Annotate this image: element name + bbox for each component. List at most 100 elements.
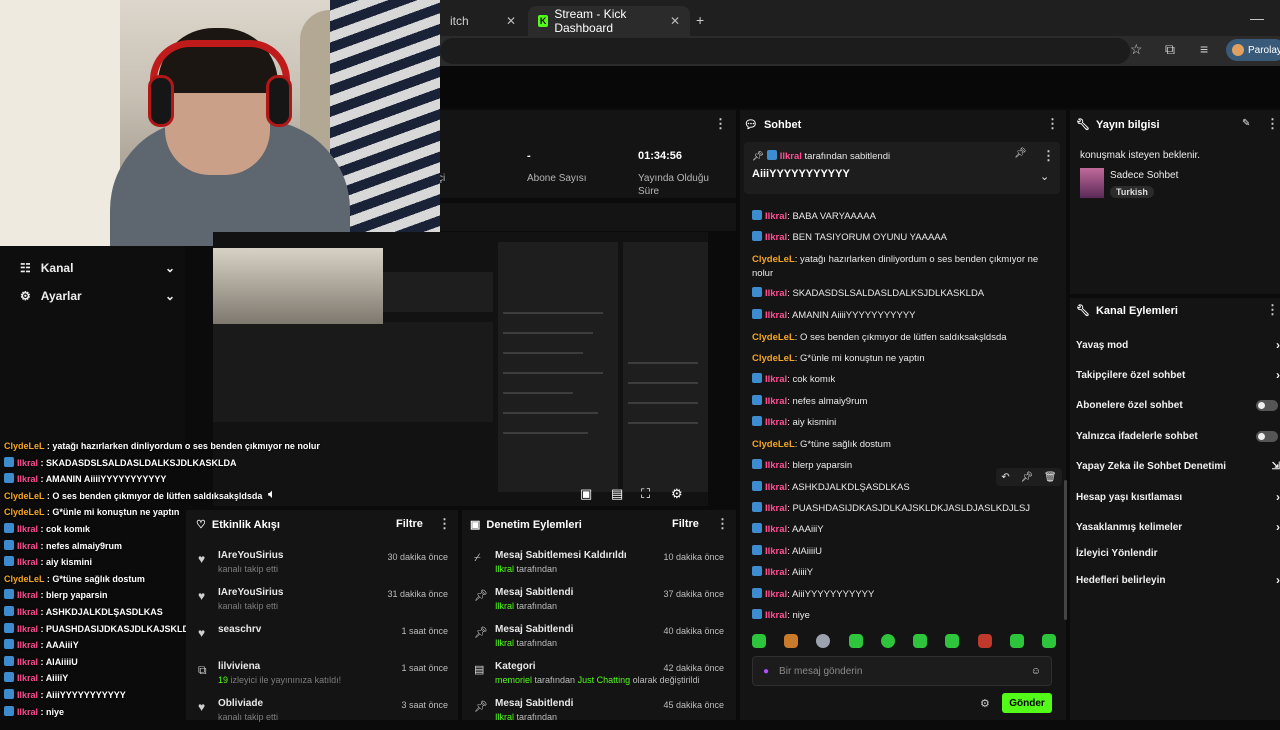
activity-detail: kanalı takip etti <box>218 601 278 611</box>
trash-icon[interactable]: 🗑︎ <box>1044 472 1057 483</box>
chat-message: Ilkral: aiy kismini <box>752 416 1052 430</box>
emoji-icon[interactable]: ☺ <box>1031 666 1041 677</box>
extensions-icon[interactable]: ⧉ <box>1165 41 1175 58</box>
chat-username[interactable]: Ilkral <box>765 232 787 243</box>
chat-username[interactable]: ClydeLeL <box>752 254 795 265</box>
emote-icon[interactable] <box>752 634 766 648</box>
url-input[interactable] <box>440 38 1130 64</box>
modlog-row[interactable]: ⌿ Mesaj Sabitlemesi Kaldırıldı Ilkral tara… <box>462 548 736 582</box>
more-options-icon[interactable]: ⋮ <box>1266 116 1279 132</box>
chat-username[interactable]: Ilkral <box>765 374 787 385</box>
channel-action-item[interactable]: Hedefleri belirleyin › <box>1076 571 1280 589</box>
chat-username[interactable]: Ilkral <box>765 610 787 621</box>
more-options-icon[interactable]: ⋮ <box>714 116 727 132</box>
new-tab-icon[interactable]: + <box>696 12 704 28</box>
fullscreen-icon[interactable]: ⛶ <box>641 486 650 502</box>
filter-button[interactable]: Filtre <box>396 518 423 530</box>
channel-action-label: Yavaş mod <box>1076 339 1129 351</box>
chat-username[interactable]: ClydeLeL <box>752 353 795 364</box>
modlog-row[interactable]: ▤ Kategori memoriel tarafından Just Chatti… <box>462 659 736 693</box>
more-options-icon[interactable]: ⋮ <box>1042 148 1055 164</box>
chat-username[interactable]: Ilkral <box>765 503 787 514</box>
toggle-switch[interactable] <box>1256 399 1278 411</box>
close-icon[interactable]: ✕ <box>506 14 516 28</box>
chat-username[interactable]: Ilkral <box>765 288 787 299</box>
more-options-icon[interactable]: ⋮ <box>438 516 451 532</box>
media-icon[interactable]: ≡ <box>1200 41 1208 57</box>
pin-icon[interactable]: 📌︎ <box>1020 472 1033 483</box>
chat-username[interactable]: ClydeLeL <box>752 332 795 343</box>
tab-itch[interactable]: itch ✕ <box>440 6 526 36</box>
channel-action-item[interactable]: Yasaklanmış kelimeler › <box>1076 518 1280 536</box>
activity-row[interactable]: ♥ IAreYouSirius kanalı takip etti 30 dakika… <box>186 548 458 582</box>
emote-icon[interactable] <box>913 634 928 648</box>
activity-row[interactable]: ♥ Obliviade kanalı takip etti 3 saat önce <box>186 696 458 730</box>
modlog-row[interactable]: 📌︎ Mesaj Sabitlendi Ilkral tarafından 40 da… <box>462 622 736 656</box>
chat-username[interactable]: ClydeLeL <box>752 439 795 450</box>
emote-icon[interactable] <box>1009 634 1024 648</box>
send-button[interactable]: Gönder <box>1002 693 1052 713</box>
chat-username[interactable]: Ilkral <box>765 589 787 600</box>
chat-username[interactable]: Ilkral <box>765 211 787 222</box>
star-icon[interactable]: ☆ <box>1130 41 1143 58</box>
channel-action-item[interactable]: Abonelere özel sohbet <box>1076 396 1280 414</box>
toggle-switch[interactable] <box>1256 430 1278 442</box>
wrench-icon: 🔧︎ <box>1076 119 1090 131</box>
modlog-row[interactable]: 📌︎ Mesaj Sabitlendi Ilkral tarafından 37 da… <box>462 585 736 619</box>
chat-text: ASHKDJALKDLŞASDLKAS <box>791 482 910 493</box>
chat-username[interactable]: Ilkral <box>765 546 787 557</box>
gear-icon[interactable]: ⚙ <box>671 486 683 502</box>
more-options-icon[interactable]: ⋮ <box>1266 302 1279 318</box>
chat-input[interactable]: ● Bir mesaj gönderin ☺ <box>752 656 1052 686</box>
chat-text: PUASHDASIJDKASJDLKAJSKLDKJASLDJASLKDJLSJ <box>792 503 1031 514</box>
close-icon[interactable]: ✕ <box>670 14 680 28</box>
modlog-title: Mesaj Sabitlendi <box>495 624 574 635</box>
emote-icon[interactable] <box>784 634 799 648</box>
chat-scrollbar[interactable] <box>1064 480 1067 620</box>
activity-row[interactable]: ♥ IAreYouSirius kanalı takip etti 31 dakika… <box>186 585 458 619</box>
chat-username[interactable]: Ilkral <box>765 567 787 578</box>
channel-action-item[interactable]: Yalnızca ifadelerle sohbet <box>1076 427 1280 445</box>
colon-separator: : <box>38 557 47 568</box>
emote-icon[interactable] <box>816 634 831 648</box>
chat-username[interactable]: Ilkral <box>765 482 787 493</box>
chat-username[interactable]: Ilkral <box>765 417 787 428</box>
filter-button[interactable]: Filtre <box>672 518 699 530</box>
chevron-down-icon[interactable]: ⌄ <box>1040 170 1049 183</box>
sidebar-item-ayarlar[interactable]: ⚙ Ayarlar ⌄ <box>20 286 175 306</box>
chevron-right-icon: › <box>1276 520 1280 534</box>
emote-icon[interactable] <box>977 634 992 648</box>
mic-icon[interactable]: ● <box>763 666 769 677</box>
minimize-icon[interactable]: — <box>1250 10 1264 26</box>
channel-action-label: Takipçilere özel sohbet <box>1076 369 1186 381</box>
emote-icon[interactable] <box>848 634 863 648</box>
sidebar-item-kanal[interactable]: ☷ Kanal ⌄ <box>20 258 175 278</box>
channel-action-item[interactable]: Yavaş mod › <box>1076 336 1280 354</box>
activity-row[interactable]: ⧉ lilviviena 19 izleyici ile yayınınıza ka… <box>186 659 458 693</box>
pip-icon[interactable]: ▣ <box>580 486 592 502</box>
gear-icon[interactable]: ⚙ <box>980 697 990 710</box>
more-options-icon[interactable]: ⋮ <box>716 516 729 532</box>
emote-icon[interactable] <box>880 634 895 648</box>
channel-action-item[interactable]: Takipçilere özel sohbet › <box>1076 366 1280 384</box>
more-options-icon[interactable]: ⋮ <box>1046 116 1059 132</box>
activity-row[interactable]: ♥ seaschrv 1 saat önce <box>186 622 458 656</box>
chat-username[interactable]: Ilkral <box>765 524 787 535</box>
profile-button[interactable]: Parolayı <box>1226 39 1280 61</box>
modlog-row[interactable]: 📌︎ Mesaj Sabitlendi Ilkral tarafından 45 da… <box>462 696 736 730</box>
channel-action-item[interactable]: Yapay Zeka ile Sohbet Denetimi ⇲ <box>1076 457 1280 475</box>
overlay-username: Ilkral <box>17 607 39 617</box>
pinned-message[interactable]: 📌︎ Ilkral tarafından sabitlendi 📌︎ ⋮ Aii… <box>744 142 1060 194</box>
emote-icon[interactable] <box>1041 634 1056 648</box>
unpin-icon[interactable]: 📌︎ <box>1014 148 1027 159</box>
emote-icon[interactable] <box>945 634 960 648</box>
reply-icon[interactable]: ↶ <box>1001 472 1009 483</box>
chat-username[interactable]: Ilkral <box>765 310 787 321</box>
channel-action-item[interactable]: Hesap yaşı kısıtlaması › <box>1076 488 1280 506</box>
theater-icon[interactable]: ▤ <box>611 486 623 502</box>
tab-kick-dashboard[interactable]: K Stream - Kick Dashboard ✕ <box>528 6 690 36</box>
chat-username[interactable]: Ilkral <box>765 396 787 407</box>
chat-username[interactable]: Ilkral <box>765 460 787 471</box>
channel-action-item[interactable]: İzleyici Yönlendir <box>1076 544 1280 562</box>
edit-icon[interactable]: ✎ <box>1242 118 1250 129</box>
